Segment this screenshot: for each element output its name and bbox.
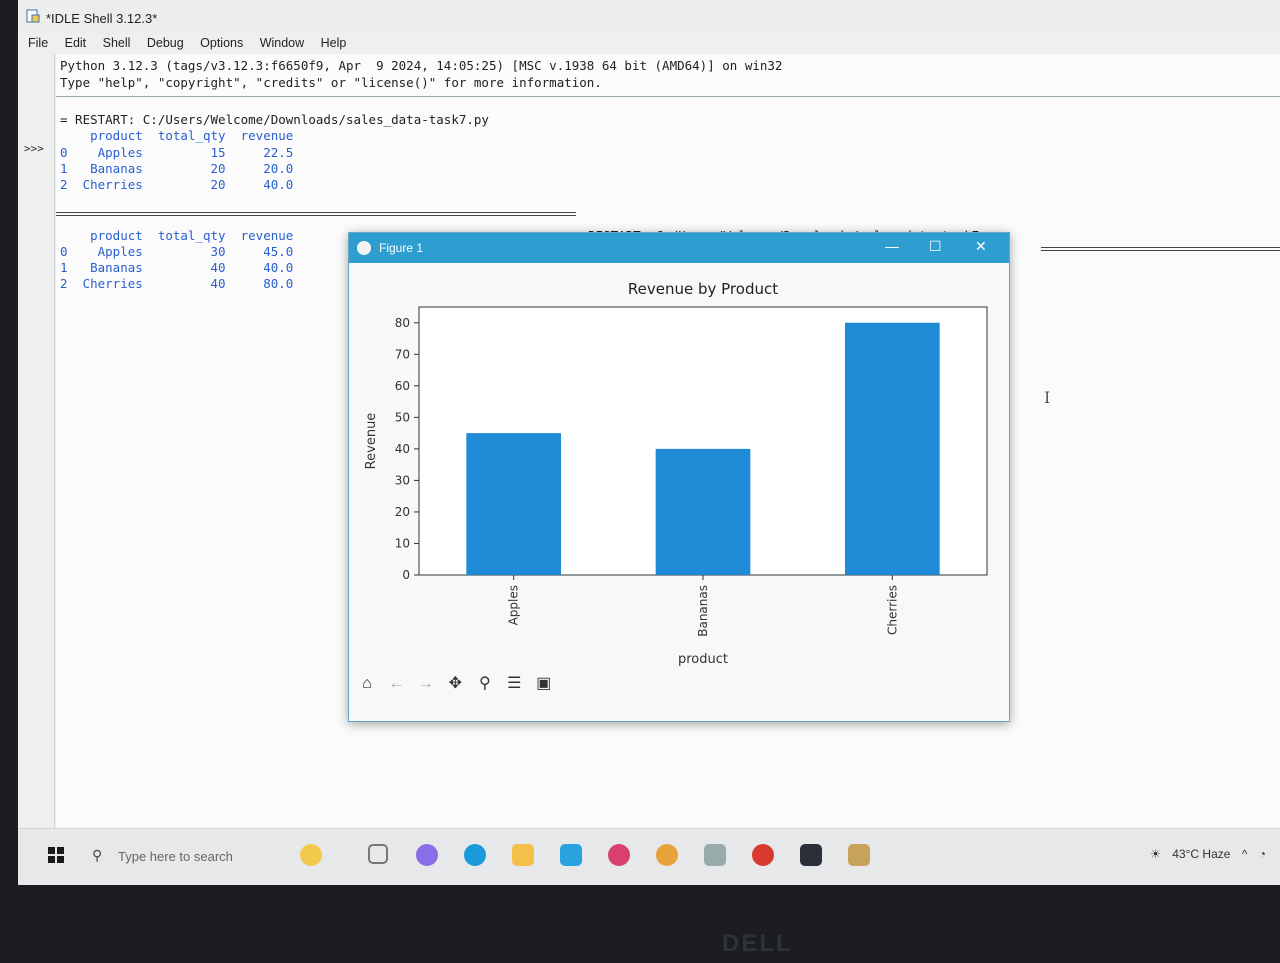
- banner-divider: [56, 96, 1280, 97]
- wps-office-icon[interactable]: [752, 844, 774, 866]
- weather-icon: ☀: [1150, 847, 1161, 861]
- table2-header: product total_qty revenue: [60, 228, 294, 243]
- search-icon: ⚲: [92, 847, 103, 863]
- shell-prompt: >>>: [24, 142, 44, 155]
- x-tick-label: Cherries: [885, 585, 899, 635]
- table1-row: 2 Cherries 20 40.0: [60, 177, 294, 192]
- table1-row: 1 Bananas 20 20.0: [60, 161, 294, 176]
- copilot-sparkle-icon[interactable]: [300, 844, 322, 866]
- text-cursor-icon: I: [1044, 388, 1051, 407]
- dell-logo: DELL: [722, 930, 793, 957]
- menu-file[interactable]: File: [28, 36, 48, 50]
- menu-edit[interactable]: Edit: [65, 36, 87, 50]
- app-icon[interactable]: [704, 844, 726, 866]
- table2-row: 0 Apples 30 45.0: [60, 244, 294, 259]
- bar-chart: Revenue by Product 0 10 20 30 40 50 60 70 80 App…: [364, 280, 988, 667]
- restart-divider-right: [1041, 247, 1280, 248]
- chart-title: Revenue by Product: [628, 280, 778, 298]
- screen: *IDLE Shell 3.12.3* File Edit Shell Debu…: [18, 0, 1280, 885]
- shell-gutter: >>>: [18, 54, 55, 829]
- task-view-icon[interactable]: [368, 844, 388, 864]
- close-button[interactable]: ✕: [975, 238, 987, 255]
- bar-cherries: [845, 322, 940, 575]
- system-tray: ☀ 43°C Haze ^ ◔: [1142, 847, 1266, 861]
- bar-apples: [466, 433, 561, 575]
- file-explorer-icon[interactable]: [512, 844, 534, 866]
- maximize-button[interactable]: ☐: [929, 238, 942, 255]
- y-tick-label: 70: [395, 347, 410, 361]
- figure-title-bar: Figure 1 — ☐ ✕: [349, 233, 1009, 263]
- restart-line-1: = RESTART: C:/Users/Welcome/Downloads/sa…: [60, 112, 489, 127]
- menu-bar: File Edit Shell Debug Options Window Hel…: [18, 34, 1280, 54]
- y-tick-label: 20: [395, 505, 410, 519]
- figure-toolbar: ⌂ ← → ✥ ⚲ ☰ ▣: [355, 673, 557, 699]
- y-tick-label: 10: [395, 536, 410, 550]
- bar-bananas: [655, 448, 751, 575]
- taskbar: ⚲ Type here to search ☀ 43°C Haze ^ ◔: [18, 828, 1280, 885]
- x-axis: Apples Bananas Cherries: [507, 575, 899, 637]
- edge-icon[interactable]: [464, 844, 486, 866]
- weather-text[interactable]: 43°C Haze: [1172, 847, 1230, 861]
- idle-icon: [26, 9, 40, 23]
- chrome-icon[interactable]: [656, 844, 678, 866]
- save-icon[interactable]: ▣: [532, 673, 556, 695]
- idle-taskbar-icon[interactable]: [848, 844, 870, 866]
- menu-window[interactable]: Window: [260, 36, 304, 50]
- figure-title: Figure 1: [379, 241, 424, 255]
- y-tick-label: 50: [395, 410, 410, 424]
- restart-divider-left: [56, 212, 576, 213]
- copilot-icon[interactable]: [416, 844, 438, 866]
- windows-start-icon[interactable]: [48, 847, 64, 863]
- menu-help[interactable]: Help: [321, 36, 347, 50]
- y-tick-label: 60: [395, 379, 410, 393]
- network-icon[interactable]: ◔: [1259, 847, 1266, 861]
- banner-line-1: Python 3.12.3 (tags/v3.12.3:f6650f9, Apr…: [60, 58, 783, 73]
- figure-icon: [357, 241, 371, 255]
- home-icon[interactable]: ⌂: [355, 673, 379, 695]
- restart-divider-right-2: [1041, 250, 1280, 251]
- store-icon[interactable]: [560, 844, 582, 866]
- tray-chevron-icon[interactable]: ^: [1242, 847, 1248, 861]
- table2-row: 2 Cherries 40 80.0: [60, 276, 294, 291]
- x-axis-label: product: [678, 652, 728, 667]
- table2-row: 1 Bananas 40 40.0: [60, 260, 294, 275]
- x-tick-label: Bananas: [696, 585, 710, 637]
- y-axis-label: Revenue: [364, 413, 379, 470]
- table1-header: product total_qty revenue: [60, 128, 294, 143]
- banner-line-2: Type "help", "copyright", "credits" or "…: [60, 75, 602, 90]
- menu-shell[interactable]: Shell: [103, 36, 131, 50]
- search-placeholder: Type here to search: [118, 849, 233, 864]
- y-tick-label: 40: [395, 442, 410, 456]
- table1-row: 0 Apples 15 22.5: [60, 145, 294, 160]
- pan-icon[interactable]: ✥: [443, 673, 467, 695]
- y-tick-label: 80: [395, 316, 410, 330]
- menu-options[interactable]: Options: [200, 36, 243, 50]
- restart-divider-left-2: [56, 215, 576, 216]
- forward-icon[interactable]: →: [414, 673, 438, 695]
- y-tick-label: 30: [395, 473, 410, 487]
- configure-icon[interactable]: ☰: [502, 673, 526, 695]
- y-tick-label: 0: [402, 568, 410, 582]
- figure-window[interactable]: Figure 1 — ☐ ✕ Revenue by Product 0 10 20 3…: [348, 232, 1010, 722]
- back-icon[interactable]: ←: [384, 673, 408, 695]
- window-title: *IDLE Shell 3.12.3*: [46, 11, 158, 26]
- y-axis: 0 10 20 30 40 50 60 70 80: [395, 316, 419, 582]
- minimize-button[interactable]: —: [885, 238, 899, 254]
- title-bar: *IDLE Shell 3.12.3*: [18, 0, 1280, 34]
- x-tick-label: Apples: [507, 585, 521, 625]
- menu-debug[interactable]: Debug: [147, 36, 184, 50]
- terminal-icon[interactable]: [800, 844, 822, 866]
- app-icon[interactable]: [608, 844, 630, 866]
- zoom-icon[interactable]: ⚲: [473, 673, 497, 695]
